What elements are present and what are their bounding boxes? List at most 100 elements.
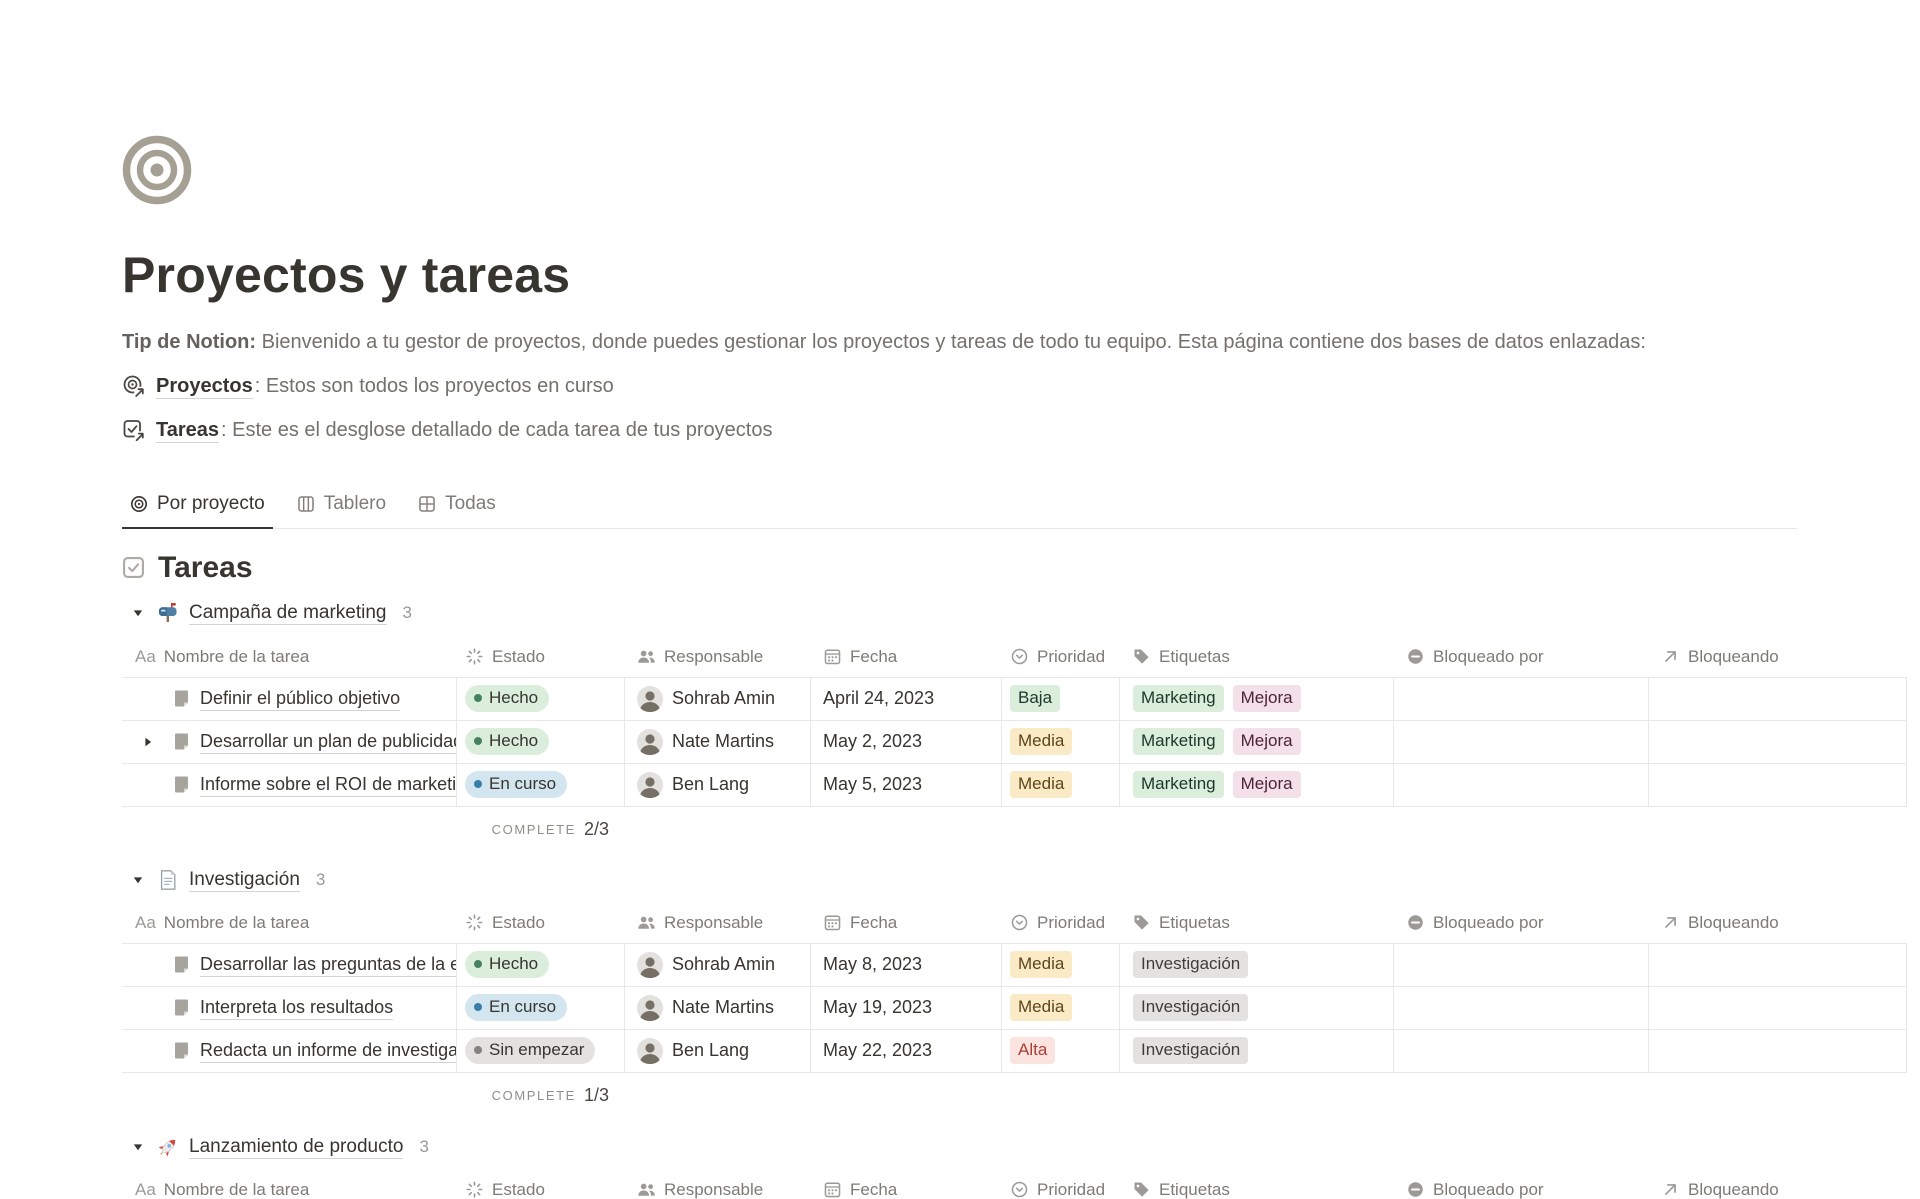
- status-cell[interactable]: Sin empezar: [457, 1030, 625, 1072]
- blocking-cell[interactable]: [1649, 764, 1907, 806]
- blocking-cell[interactable]: [1649, 1030, 1907, 1072]
- group-count: 3: [419, 1137, 428, 1157]
- task-name-cell[interactable]: Redacta un informe de investigación: [122, 1030, 457, 1072]
- task-row: Desarrollar un plan de publicidad Hecho …: [122, 721, 1907, 764]
- blocked-by-cell[interactable]: [1394, 1030, 1649, 1072]
- collapse-icon[interactable]: [132, 607, 144, 619]
- status-cell[interactable]: Hecho: [457, 678, 625, 720]
- tab-tablero[interactable]: Tablero: [289, 493, 394, 529]
- column-header-nombre[interactable]: AaNombre de la tarea: [122, 903, 457, 943]
- column-header-prioridad[interactable]: Prioridad: [1002, 1170, 1120, 1199]
- person-cell[interactable]: Sohrab Amin: [625, 944, 811, 986]
- complete-calc[interactable]: COMPLETE1/3: [457, 1073, 625, 1118]
- text-type-icon: Aa: [135, 913, 156, 933]
- column-header-bloqueado-por[interactable]: Bloqueado por: [1394, 1170, 1649, 1199]
- tags-cell[interactable]: Investigación: [1120, 987, 1394, 1029]
- date-cell[interactable]: May 2, 2023: [811, 721, 1002, 763]
- priority-cell[interactable]: Media: [1002, 721, 1120, 763]
- column-header-etiquetas[interactable]: Etiquetas: [1120, 637, 1394, 677]
- tags-cell[interactable]: MarketingMejora: [1120, 678, 1394, 720]
- blocking-cell[interactable]: [1649, 721, 1907, 763]
- date-cell[interactable]: May 22, 2023: [811, 1030, 1002, 1072]
- tags-cell[interactable]: Investigación: [1120, 1030, 1394, 1072]
- tags-cell[interactable]: MarketingMejora: [1120, 764, 1394, 806]
- column-header-estado[interactable]: Estado: [457, 637, 625, 677]
- priority-pill: Media: [1010, 771, 1072, 798]
- board-icon: [297, 495, 315, 513]
- blocked-by-cell[interactable]: [1394, 764, 1649, 806]
- expand-triangle-icon[interactable]: [142, 736, 154, 748]
- task-name-cell[interactable]: Definir el público objetivo: [122, 678, 457, 720]
- column-header-nombre[interactable]: AaNombre de la tarea: [122, 637, 457, 677]
- priority-icon: [1010, 647, 1029, 666]
- linked-db-proyectos[interactable]: Proyectos : Estos son todos los proyecto…: [122, 371, 1920, 401]
- column-header-etiquetas[interactable]: Etiquetas: [1120, 1170, 1394, 1199]
- blocked-by-cell[interactable]: [1394, 678, 1649, 720]
- collapse-icon[interactable]: [132, 1141, 144, 1153]
- blocking-cell[interactable]: [1649, 678, 1907, 720]
- collapse-icon[interactable]: [132, 874, 144, 886]
- proyectos-link[interactable]: Proyectos: [156, 374, 253, 399]
- column-header-prioridad[interactable]: Prioridad: [1002, 903, 1120, 943]
- status-cell[interactable]: Hecho: [457, 944, 625, 986]
- priority-cell[interactable]: Media: [1002, 944, 1120, 986]
- column-header-estado[interactable]: Estado: [457, 1170, 625, 1199]
- tareas-link[interactable]: Tareas: [156, 418, 219, 443]
- date-cell[interactable]: May 8, 2023: [811, 944, 1002, 986]
- tab-por-proyecto[interactable]: Por proyecto: [122, 493, 273, 529]
- column-header-estado[interactable]: Estado: [457, 903, 625, 943]
- group-name-link[interactable]: Campaña de marketing: [189, 601, 387, 625]
- column-header-responsable[interactable]: Responsable: [625, 903, 811, 943]
- blocked-by-cell[interactable]: [1394, 721, 1649, 763]
- priority-cell[interactable]: Alta: [1002, 1030, 1120, 1072]
- person-cell[interactable]: Nate Martins: [625, 987, 811, 1029]
- column-header-fecha[interactable]: Fecha: [811, 637, 1002, 677]
- column-header-etiquetas[interactable]: Etiquetas: [1120, 903, 1394, 943]
- column-header-fecha[interactable]: Fecha: [811, 1170, 1002, 1199]
- person-cell[interactable]: Ben Lang: [625, 1030, 811, 1072]
- column-header-fecha[interactable]: Fecha: [811, 903, 1002, 943]
- person-cell[interactable]: Nate Martins: [625, 721, 811, 763]
- column-header-prioridad[interactable]: Prioridad: [1002, 637, 1120, 677]
- status-dot: [474, 737, 482, 745]
- task-name-cell[interactable]: Desarrollar las preguntas de la encuesta: [122, 944, 457, 986]
- tab-todas[interactable]: Todas: [410, 493, 504, 529]
- task-name-cell[interactable]: Interpreta los resultados: [122, 987, 457, 1029]
- person-cell[interactable]: Sohrab Amin: [625, 678, 811, 720]
- blocking-cell[interactable]: [1649, 987, 1907, 1029]
- column-header-bloqueando[interactable]: Bloqueando: [1649, 637, 1907, 677]
- column-header-responsable[interactable]: Responsable: [625, 637, 811, 677]
- date-cell[interactable]: April 24, 2023: [811, 678, 1002, 720]
- column-header-bloqueado-por[interactable]: Bloqueado por: [1394, 637, 1649, 677]
- status-cell[interactable]: Hecho: [457, 721, 625, 763]
- complete-calc[interactable]: COMPLETE2/3: [457, 807, 625, 852]
- column-header-bloqueando[interactable]: Bloqueando: [1649, 1170, 1907, 1199]
- tag-pill: Marketing: [1133, 685, 1224, 712]
- page-bullseye-icon[interactable]: [122, 135, 192, 205]
- blocked-by-cell[interactable]: [1394, 944, 1649, 986]
- checkbox-icon: [122, 556, 145, 579]
- table-icon: [418, 495, 436, 513]
- column-header-bloqueado-por[interactable]: Bloqueado por: [1394, 903, 1649, 943]
- priority-icon: [1010, 1180, 1029, 1199]
- tags-cell[interactable]: Investigación: [1120, 944, 1394, 986]
- task-name-cell[interactable]: Informe sobre el ROI de marketing: [122, 764, 457, 806]
- group-name-link[interactable]: Lanzamiento de producto: [189, 1135, 403, 1159]
- date-cell[interactable]: May 19, 2023: [811, 987, 1002, 1029]
- blocked-by-cell[interactable]: [1394, 987, 1649, 1029]
- task-name-cell[interactable]: Desarrollar un plan de publicidad: [122, 721, 457, 763]
- priority-cell[interactable]: Media: [1002, 764, 1120, 806]
- column-header-responsable[interactable]: Responsable: [625, 1170, 811, 1199]
- blocking-cell[interactable]: [1649, 944, 1907, 986]
- person-cell[interactable]: Ben Lang: [625, 764, 811, 806]
- column-header-bloqueando[interactable]: Bloqueando: [1649, 903, 1907, 943]
- tags-cell[interactable]: MarketingMejora: [1120, 721, 1394, 763]
- column-header-nombre[interactable]: AaNombre de la tarea: [122, 1170, 457, 1199]
- group-name-link[interactable]: Investigación: [189, 868, 300, 892]
- date-cell[interactable]: May 5, 2023: [811, 764, 1002, 806]
- status-cell[interactable]: En curso: [457, 764, 625, 806]
- priority-cell[interactable]: Media: [1002, 987, 1120, 1029]
- linked-db-tareas[interactable]: Tareas : Este es el desglose detallado d…: [122, 415, 1920, 445]
- status-cell[interactable]: En curso: [457, 987, 625, 1029]
- priority-cell[interactable]: Baja: [1002, 678, 1120, 720]
